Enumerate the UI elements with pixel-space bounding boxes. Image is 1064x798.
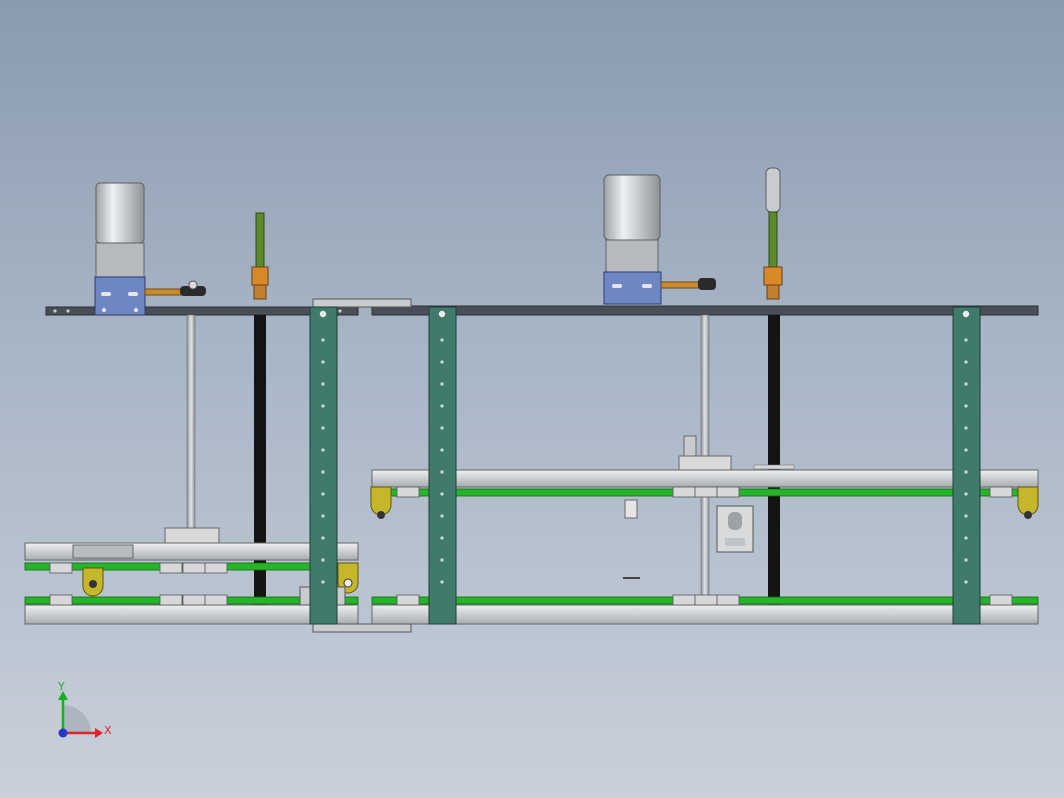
post-hole xyxy=(964,382,968,386)
left-conveyor-lower-rail xyxy=(24,604,359,625)
shaft-right xyxy=(678,314,732,606)
post-hole xyxy=(440,514,444,518)
yellow-bracket-right-a xyxy=(370,486,392,519)
handle-right xyxy=(763,167,783,300)
post-hole xyxy=(321,514,325,518)
post-bolt xyxy=(319,310,327,318)
post-bolt xyxy=(962,310,970,318)
x-axis-label: X xyxy=(104,724,112,737)
top-beam-right xyxy=(371,305,1039,316)
post-hole xyxy=(440,426,444,430)
post-hole xyxy=(321,536,325,540)
post-hole xyxy=(440,360,444,364)
cad-viewport[interactable]: X Y xyxy=(0,0,1064,798)
frame-post-middle xyxy=(428,306,457,625)
post-hole xyxy=(321,382,325,386)
post-holes xyxy=(319,310,970,584)
post-hole xyxy=(321,448,325,452)
z-axis-dot xyxy=(58,728,68,738)
sensor-bracket xyxy=(623,499,640,579)
frame-post-left xyxy=(309,306,338,625)
post-hole xyxy=(964,448,968,452)
post-hole xyxy=(964,426,968,430)
post-hole xyxy=(440,448,444,452)
post-hole xyxy=(440,382,444,386)
post-hole xyxy=(964,514,968,518)
post-hole xyxy=(321,404,325,408)
post-hole xyxy=(964,470,968,474)
motor-right xyxy=(603,174,662,305)
post-hole xyxy=(440,580,444,584)
post-hole xyxy=(440,492,444,496)
post-hole xyxy=(964,558,968,562)
post-hole xyxy=(321,580,325,584)
post-hole xyxy=(321,360,325,364)
post-hole xyxy=(321,470,325,474)
post-hole xyxy=(440,536,444,540)
post-hole xyxy=(964,580,968,584)
shaft-left xyxy=(164,314,220,545)
x-axis-arrowhead xyxy=(95,728,103,738)
post-hole xyxy=(440,404,444,408)
post-hole xyxy=(964,404,968,408)
y-axis-label: Y xyxy=(57,680,65,693)
yellow-bracket-right-b xyxy=(1017,486,1039,519)
post-hole xyxy=(321,558,325,562)
post-hole xyxy=(964,536,968,540)
left-conveyor-upper-rail xyxy=(24,542,359,561)
post-hole xyxy=(964,492,968,496)
post-hole xyxy=(964,338,968,342)
right-conveyor-lower-rail xyxy=(371,604,1039,625)
axis-triad: X Y xyxy=(57,680,112,738)
right-conveyor-upper-rail xyxy=(371,469,1039,488)
motor-left xyxy=(94,182,146,316)
belt-arm-right xyxy=(660,278,716,290)
post-hole xyxy=(964,360,968,364)
frame-post-right xyxy=(952,306,981,625)
mounting-plate xyxy=(716,505,754,553)
handle-left xyxy=(251,212,269,300)
post-hole xyxy=(440,338,444,342)
post-bolt xyxy=(438,310,446,318)
conveyor-assembly-drawing[interactable]: X Y xyxy=(0,0,1064,798)
yellow-bracket-left xyxy=(82,567,104,597)
post-hole xyxy=(440,558,444,562)
belt-arm-left xyxy=(144,280,206,296)
post-hole xyxy=(321,426,325,430)
lead-screw-right xyxy=(753,315,795,609)
splice-plate-top xyxy=(312,298,412,308)
post-hole xyxy=(440,470,444,474)
post-hole xyxy=(321,492,325,496)
post-hole xyxy=(321,338,325,342)
